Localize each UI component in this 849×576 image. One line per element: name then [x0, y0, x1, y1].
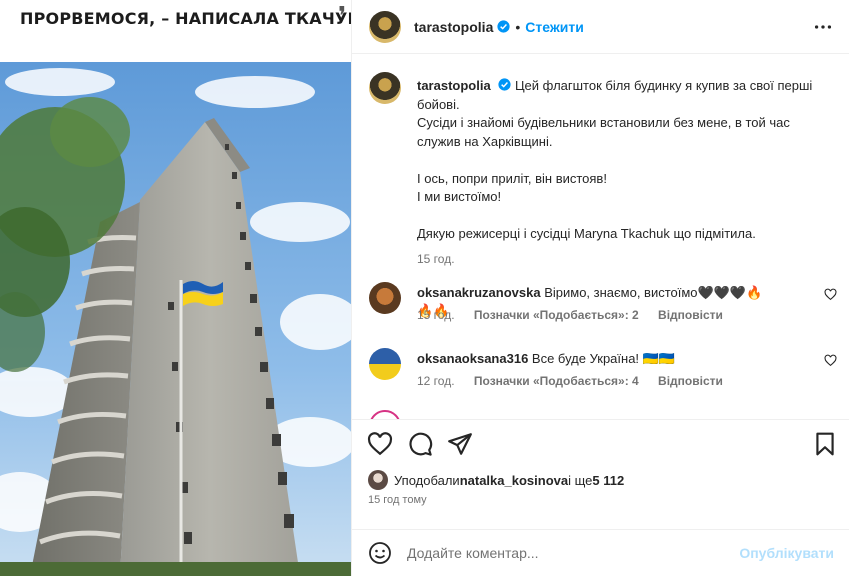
building-photo: [0, 62, 351, 576]
more-options-icon[interactable]: [812, 16, 834, 38]
post-actions: Уподобали natalka_kosinova і ще 5 112 15…: [352, 419, 849, 529]
share-icon[interactable]: [447, 431, 473, 457]
comment-time: 15 год.: [417, 308, 455, 322]
author-avatar[interactable]: [369, 10, 401, 43]
commenter-avatar[interactable]: [369, 282, 401, 314]
comment-text: oksanaoksana316 Все буде Україна! 🇺🇦🇺🇦: [417, 350, 777, 368]
quote-mark: ❜: [338, 2, 347, 32]
commenter-username[interactable]: oksanakruzanovska: [417, 285, 541, 300]
heart-icon[interactable]: [367, 431, 393, 457]
emoji-icon[interactable]: [368, 541, 392, 565]
add-comment-bar: Опублікувати: [352, 529, 849, 576]
post-panel: tarastopolia • Стежити tarastopolia Цей …: [351, 0, 849, 576]
comment-meta: 12 год. Позначки «Подобається»: 4 Відпов…: [417, 374, 739, 388]
caption-username[interactable]: tarastopolia: [417, 78, 491, 93]
commenter-username[interactable]: oksanaoksana316: [417, 351, 528, 366]
publish-button[interactable]: Опублікувати: [739, 545, 834, 561]
comment-likes[interactable]: Позначки «Подобається»: 4: [474, 374, 639, 388]
ground: [0, 562, 351, 576]
caption-avatar[interactable]: [369, 72, 401, 104]
liked-by-suffix: і ще: [568, 472, 593, 488]
caption-line-5: Дякую режисерці і сусідці Maryna Tkachuk…: [417, 226, 756, 241]
heart-icon[interactable]: [824, 354, 837, 367]
caption-line-2: Сусіди і знайомі будівельники встановили…: [417, 115, 790, 149]
commenter-avatar[interactable]: [369, 348, 401, 380]
post-header: tarastopolia • Стежити: [352, 0, 849, 54]
comment-meta: 15 год. Позначки «Подобається»: 2 Відпов…: [417, 308, 739, 322]
next-comment-avatar: [369, 410, 401, 419]
photo-headline: ПРОРВЕМОСЯ, – НАПИСАЛА ТКАЧУК.: [20, 9, 351, 28]
follow-button[interactable]: Стежити: [525, 19, 584, 35]
verified-icon: [497, 20, 510, 33]
caption-line-4: І ми вистоїмо!: [417, 189, 502, 204]
reply-button[interactable]: Відповісти: [658, 374, 723, 388]
comment-time: 12 год.: [417, 374, 455, 388]
liked-by-count[interactable]: 5 112: [592, 473, 624, 488]
comment-body: Все буде Україна! 🇺🇦🇺🇦: [531, 351, 676, 366]
author-username[interactable]: tarastopolia: [414, 19, 493, 35]
comment-icon[interactable]: [407, 431, 433, 457]
caption-time: 15 год.: [417, 251, 455, 266]
liker-avatar: [368, 470, 388, 490]
caption-line-3: І ось, попри приліт, він вистояв!: [417, 170, 607, 186]
liked-by-user[interactable]: natalka_kosinova: [460, 473, 568, 488]
heart-icon[interactable]: [824, 288, 837, 301]
post-time-ago: 15 год тому: [368, 494, 427, 506]
reply-button[interactable]: Відповісти: [658, 308, 723, 322]
bookmark-icon[interactable]: [812, 431, 838, 457]
caption-text: tarastopolia Цей флагшток біля будинку я…: [417, 77, 837, 268]
separator-dot: •: [515, 18, 521, 35]
comment-likes[interactable]: Позначки «Подобається»: 2: [474, 308, 639, 322]
verified-icon: [498, 78, 511, 91]
post-photo[interactable]: ПРОРВЕМОСЯ, – НАПИСАЛА ТКАЧУК. ❜: [0, 0, 351, 576]
liked-by-prefix: Уподобали: [394, 472, 460, 488]
comment-input[interactable]: [407, 545, 727, 561]
photo-caption-strip: ПРОРВЕМОСЯ, – НАПИСАЛА ТКАЧУК. ❜: [0, 0, 351, 62]
likes-summary[interactable]: Уподобали natalka_kosinova і ще 5 112: [368, 470, 624, 490]
